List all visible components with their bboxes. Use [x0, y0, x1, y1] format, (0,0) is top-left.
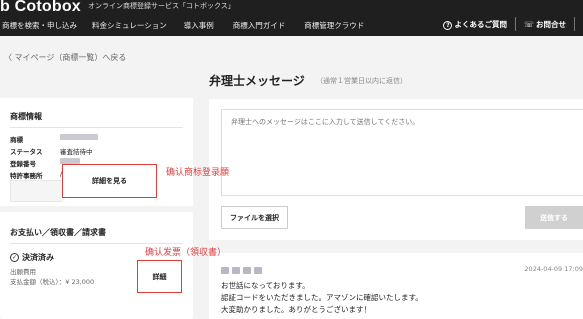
- nav-trademark-guide[interactable]: 商標入門ガイド: [233, 20, 295, 31]
- nav-case-studies[interactable]: 導入事例: [184, 20, 223, 31]
- annotation-confirm-trademark: 确认商标登录願: [166, 168, 230, 178]
- sender-name-redacted: [221, 267, 262, 274]
- cotobox-logo[interactable]: b Cotobox: [0, 0, 81, 16]
- attorney-message-subtitle: （通常１営業日以内に返信）: [316, 77, 407, 85]
- payment-card-divider: [10, 243, 183, 244]
- payment-detail-button[interactable]: 詳細: [137, 260, 182, 293]
- message-date: 2024-04-09 17:09: [524, 265, 583, 273]
- payment-card-title: お支払い／領収書／請求書: [10, 228, 106, 237]
- trademark-info-label: 商標情報: [10, 112, 42, 121]
- registration-field-label: 登録番号: [10, 160, 36, 168]
- nav-search-apply[interactable]: 商標を検索・申し込み: [0, 20, 86, 31]
- faq-link[interactable]: ? よくあるご質問: [443, 19, 507, 30]
- patent-office-field-label: 特許事務所: [10, 172, 43, 180]
- message-compose-card: ファイルを選択 送信する: [209, 99, 583, 240]
- header-tagline: オンライン商標登録サービス「コトボックス」: [88, 2, 235, 10]
- header-divider-2: [574, 17, 575, 31]
- nav-price-simulation[interactable]: 料金シミュレーション: [92, 20, 176, 31]
- payment-status-label: 決済済み: [22, 253, 54, 262]
- detail-button-shade: [10, 180, 62, 202]
- row-status: ステータス 審査結待中: [10, 146, 93, 156]
- row-mark: 商標: [10, 134, 98, 144]
- attorney-message-title: 弁理士メッセージ: [209, 74, 305, 88]
- message-input[interactable]: [221, 109, 583, 196]
- mark-value-redacted: [60, 134, 98, 140]
- header-actions: ? よくあるご質問 ☏ お問合せ: [443, 15, 583, 33]
- choose-file-button[interactable]: ファイルを選択: [221, 206, 288, 229]
- message-line: 大変助かりました。ありがとうございます！: [221, 305, 371, 314]
- check-circle-icon: ✓: [10, 253, 19, 262]
- annotation-confirm-invoice: 确认发票（領収書）: [145, 248, 227, 258]
- mark-label: 商標: [10, 136, 23, 144]
- main-nav: 商標を検索・申し込み 料金シミュレーション 導入事例 商標入門ガイド 商標管理ク…: [0, 16, 373, 34]
- trademark-info-divider: [10, 127, 183, 128]
- message-line: お世話になっております。: [221, 281, 310, 290]
- payment-card: お支払い／領収書／請求書 ✓ 決済済み 出願費用 支払金額（税込）：¥ 23,0…: [0, 212, 193, 319]
- nav-trademark-cloud[interactable]: 商標管理クラウド: [304, 20, 373, 31]
- faq-label: よくあるご質問: [454, 19, 507, 29]
- send-button[interactable]: 送信する: [525, 206, 583, 229]
- question-icon: ?: [443, 20, 453, 30]
- payment-status: ✓ 決済済み: [10, 252, 54, 263]
- phone-icon: ☏: [523, 19, 534, 29]
- header-divider: [514, 17, 516, 31]
- payment-item: 出願費用: [10, 268, 36, 276]
- view-details-button[interactable]: 詳細を見る: [62, 164, 157, 198]
- message-line: 認証コードをいただきました。アマゾンに確認いたします。: [221, 293, 423, 302]
- top-header: b Cotobox オンライン商標登録サービス「コトボックス」 商標を検索・申し…: [0, 0, 583, 36]
- contact-link[interactable]: ☏ お問合せ: [524, 19, 566, 30]
- payment-amount: 支払金額（税込）：¥ 23,000: [10, 278, 95, 286]
- status-field-label: ステータス: [10, 148, 43, 156]
- contact-label: お問合せ: [536, 19, 566, 29]
- message-item: 2024-04-09 17:09 お世話になっております。 認証コードをいただき…: [209, 253, 583, 319]
- back-to-mypage-link[interactable]: 〈 マイページ（商標一覧）へ戻る: [4, 52, 126, 63]
- trademark-info: 商標情報 商標 ステータス 審査結待中 登録番号 特許事務所 / 詳細を見る: [0, 98, 193, 206]
- status-field-value: 審査結待中: [60, 148, 93, 156]
